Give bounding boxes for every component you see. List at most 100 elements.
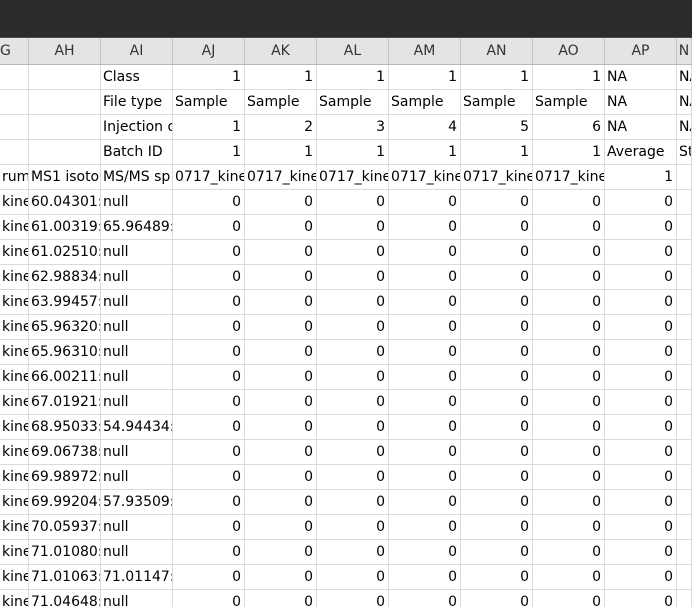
cell-an[interactable]: 0 — [461, 540, 533, 565]
cell-ah[interactable] — [29, 115, 101, 140]
cell-am[interactable]: 0 — [389, 440, 461, 465]
cell-ah[interactable]: 63.99457:2 — [29, 290, 101, 315]
cell-aj[interactable]: 0 — [173, 540, 245, 565]
cell-an[interactable]: 0 — [461, 390, 533, 415]
cell-am[interactable]: 4 — [389, 115, 461, 140]
cell-an[interactable]: 0 — [461, 590, 533, 607]
cell-ap[interactable]: 1 — [605, 165, 677, 190]
cell-am[interactable]: 0 — [389, 540, 461, 565]
cell-al[interactable]: 0 — [317, 440, 389, 465]
cell-am[interactable]: 1 — [389, 65, 461, 90]
cell-al[interactable]: 0 — [317, 190, 389, 215]
cell-ap[interactable]: 0 — [605, 265, 677, 290]
cell-g[interactable]: kine — [0, 465, 29, 490]
cell-ah[interactable]: 69.98972:2 — [29, 465, 101, 490]
cell-ah[interactable]: 67.01921:2 — [29, 390, 101, 415]
cell-ap[interactable]: NA — [605, 90, 677, 115]
cell-ao[interactable]: 0 — [533, 515, 605, 540]
cell-g[interactable] — [0, 65, 29, 90]
cell-g[interactable]: kine — [0, 390, 29, 415]
cell-an[interactable]: 0 — [461, 265, 533, 290]
cell-al[interactable]: 0 — [317, 215, 389, 240]
cell-am[interactable]: 0 — [389, 465, 461, 490]
column-header-ap[interactable]: AP — [605, 38, 677, 64]
cell-ap[interactable]: NA — [605, 65, 677, 90]
column-header-ai[interactable]: AI — [101, 38, 173, 64]
cell-ak[interactable]: 0 — [245, 290, 317, 315]
cell-ai[interactable]: MS/MS sp — [101, 165, 173, 190]
cell-g[interactable] — [0, 140, 29, 165]
cell-an[interactable]: 0 — [461, 440, 533, 465]
cell-ai[interactable]: null — [101, 190, 173, 215]
cell-ao[interactable]: 0 — [533, 215, 605, 240]
cell-aj[interactable]: 0 — [173, 240, 245, 265]
cell-ao[interactable]: 0 — [533, 465, 605, 490]
cell-ah[interactable]: 69.06738:3 — [29, 440, 101, 465]
cell-ai[interactable]: File type — [101, 90, 173, 115]
cell-an[interactable]: 0 — [461, 315, 533, 340]
cell-ak[interactable]: 0 — [245, 440, 317, 465]
cell-aj[interactable]: Sample — [173, 90, 245, 115]
cell-aq[interactable] — [677, 515, 692, 540]
cell-aq[interactable] — [677, 190, 692, 215]
cell-ap[interactable]: 0 — [605, 440, 677, 465]
cell-ai[interactable]: Batch ID — [101, 140, 173, 165]
cell-aj[interactable]: 1 — [173, 115, 245, 140]
cell-al[interactable]: 0 — [317, 590, 389, 607]
cell-ah[interactable]: 65.96320:2 — [29, 315, 101, 340]
cell-ao[interactable]: 0 — [533, 290, 605, 315]
cell-aq[interactable]: NA — [677, 90, 692, 115]
cell-ap[interactable]: 0 — [605, 515, 677, 540]
cell-aq[interactable]: St — [677, 140, 692, 165]
cell-an[interactable]: 0717_kine — [461, 165, 533, 190]
cell-am[interactable]: 1 — [389, 140, 461, 165]
cell-an[interactable]: 0 — [461, 490, 533, 515]
cell-ao[interactable]: 0 — [533, 565, 605, 590]
cell-am[interactable]: 0717_kine — [389, 165, 461, 190]
cell-ao[interactable]: 0 — [533, 440, 605, 465]
cell-ao[interactable]: 0 — [533, 590, 605, 607]
cell-aq[interactable] — [677, 415, 692, 440]
cell-aq[interactable] — [677, 390, 692, 415]
cell-ah[interactable]: 60.04301:5 — [29, 190, 101, 215]
cell-al[interactable]: 1 — [317, 140, 389, 165]
column-header-aq[interactable]: N — [677, 38, 692, 64]
cell-ah[interactable]: 65.96310:6 — [29, 340, 101, 365]
cell-am[interactable]: 0 — [389, 590, 461, 607]
cell-ap[interactable]: 0 — [605, 290, 677, 315]
cell-ap[interactable]: 0 — [605, 365, 677, 390]
cell-aq[interactable] — [677, 490, 692, 515]
cell-an[interactable]: 1 — [461, 140, 533, 165]
cell-aq[interactable] — [677, 440, 692, 465]
cell-aj[interactable]: 0717_kine — [173, 165, 245, 190]
cell-an[interactable]: 0 — [461, 365, 533, 390]
cell-ah[interactable]: MS1 isoto — [29, 165, 101, 190]
cell-am[interactable]: 0 — [389, 340, 461, 365]
cell-aj[interactable]: 0 — [173, 590, 245, 607]
cell-ak[interactable]: 0 — [245, 215, 317, 240]
cell-ap[interactable]: 0 — [605, 240, 677, 265]
cell-an[interactable]: 0 — [461, 465, 533, 490]
cell-am[interactable]: 0 — [389, 365, 461, 390]
cell-aq[interactable] — [677, 565, 692, 590]
cell-ao[interactable]: 6 — [533, 115, 605, 140]
cell-ao[interactable]: 0 — [533, 365, 605, 390]
cell-aj[interactable]: 0 — [173, 565, 245, 590]
cell-ak[interactable]: 0 — [245, 415, 317, 440]
cell-g[interactable]: kine — [0, 490, 29, 515]
cell-ak[interactable]: 0 — [245, 465, 317, 490]
cell-al[interactable]: 0 — [317, 240, 389, 265]
cell-aj[interactable]: 0 — [173, 265, 245, 290]
cell-ap[interactable]: 0 — [605, 590, 677, 607]
cell-am[interactable]: 0 — [389, 515, 461, 540]
cell-ao[interactable]: 1 — [533, 140, 605, 165]
cell-ao[interactable]: 0 — [533, 190, 605, 215]
cell-ak[interactable]: 2 — [245, 115, 317, 140]
cell-ap[interactable]: 0 — [605, 190, 677, 215]
cell-ao[interactable]: 0 — [533, 540, 605, 565]
cell-ak[interactable]: 1 — [245, 65, 317, 90]
cell-ak[interactable]: 0 — [245, 340, 317, 365]
cell-al[interactable]: 0 — [317, 340, 389, 365]
cell-aj[interactable]: 0 — [173, 440, 245, 465]
cell-ai[interactable]: Injection o — [101, 115, 173, 140]
